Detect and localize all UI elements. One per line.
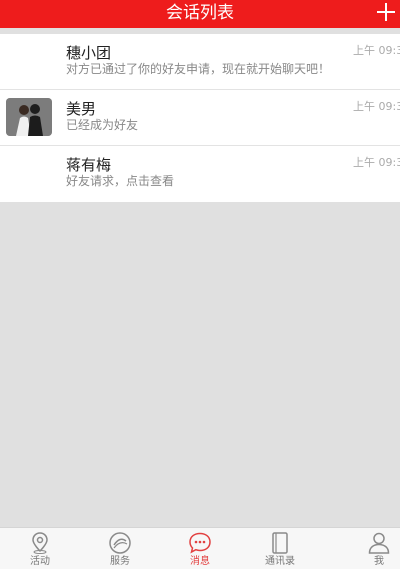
- header-bar: 会话列表: [0, 0, 400, 28]
- conversation-item[interactable]: 穗小团 对方已通过了你的好友申请，现在就开始聊天吧！ 上午 09:3: [0, 34, 400, 90]
- message-preview: 对方已通过了你的好友申请，现在就开始聊天吧！: [66, 62, 331, 76]
- message-preview: 已经成为好友: [66, 118, 139, 132]
- tab-label: 活动: [30, 556, 50, 567]
- service-circle-icon: [109, 532, 131, 554]
- conversation-item[interactable]: 蒋有梅 好友请求，点击查看 上午 09:3: [0, 146, 400, 202]
- contacts-book-icon: [272, 532, 288, 554]
- message-preview: 好友请求，点击查看: [66, 174, 175, 188]
- tab-label: 服务: [110, 556, 130, 567]
- contact-name: 穗小团: [66, 44, 112, 62]
- contact-name: 蒋有梅: [66, 156, 112, 174]
- message-time: 上午 09:3: [353, 156, 400, 169]
- avatar: [6, 154, 52, 192]
- contact-name: 美男: [66, 100, 97, 118]
- tab-contacts[interactable]: 通讯录: [240, 528, 320, 569]
- avatar: [6, 42, 52, 80]
- location-pin-icon: [32, 532, 48, 554]
- chat-bubble-icon: [189, 532, 211, 554]
- tab-label: 我: [374, 556, 384, 567]
- conversation-item[interactable]: 美男 已经成为好友 上午 09:3: [0, 90, 400, 146]
- tab-messages[interactable]: 消息: [160, 528, 240, 569]
- plus-icon[interactable]: [376, 2, 396, 22]
- tab-service[interactable]: 服务: [80, 528, 160, 569]
- page-title: 会话列表: [166, 3, 234, 23]
- tab-label: 通讯录: [265, 556, 295, 567]
- bottom-tab-bar: 活动 服务 消息 通讯录 我: [0, 527, 400, 569]
- tab-me[interactable]: 我: [320, 528, 400, 569]
- conversation-list: 穗小团 对方已通过了你的好友申请，现在就开始聊天吧！ 上午 09:3 美男 已经…: [0, 34, 400, 202]
- user-icon: [368, 532, 390, 554]
- avatar[interactable]: [6, 98, 52, 136]
- message-time: 上午 09:3: [353, 44, 400, 57]
- message-time: 上午 09:3: [353, 100, 400, 113]
- tab-label: 消息: [190, 556, 210, 567]
- tab-activity[interactable]: 活动: [0, 528, 80, 569]
